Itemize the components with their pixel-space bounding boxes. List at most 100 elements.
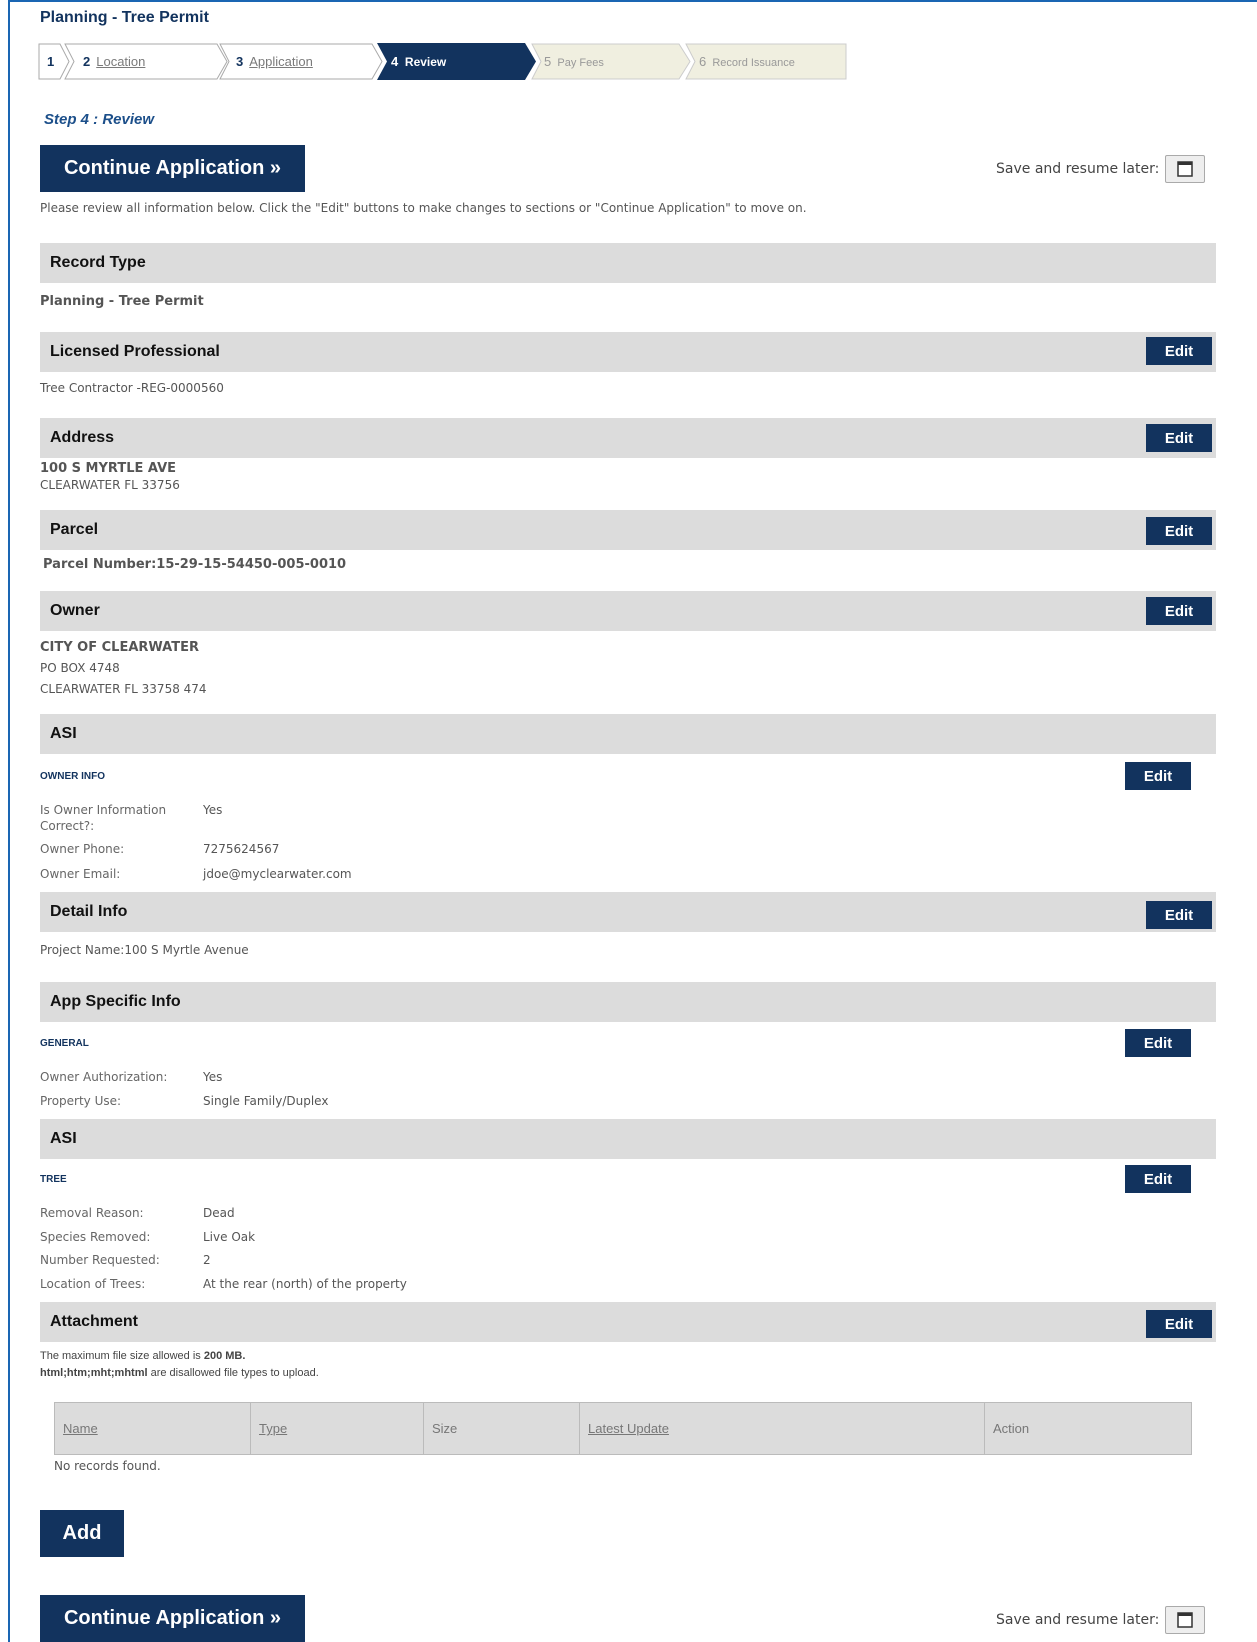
edit-licensed-professional-button[interactable]: Edit: [1146, 337, 1212, 365]
attachment-disallowed-suffix: are disallowed file types to upload.: [147, 1367, 319, 1379]
asi-owner-value-email: jdoe@myclearwater.com: [203, 867, 352, 881]
address-line2: CLEARWATER FL 33756: [40, 478, 180, 492]
save-later-button-bottom[interactable]: [1165, 1606, 1206, 1634]
owner-address-line2: PO BOX 4748: [40, 661, 120, 675]
app-specific-subhead: GENERAL: [40, 1038, 89, 1049]
detail-info-project-name: Project Name:100 S Myrtle Avenue: [40, 943, 249, 957]
page-title: Planning - Tree Permit: [40, 9, 209, 26]
section-title-app-specific-info: App Specific Info: [50, 993, 181, 1010]
section-title-asi-tree: ASI: [50, 1130, 77, 1147]
section-asi-owner: ASI: [40, 714, 1216, 754]
asi-tree-label-reason: Removal Reason:: [40, 1206, 144, 1220]
save-resume-later-top: Save and resume later:: [996, 154, 1206, 184]
step-2-location[interactable]: 2 Location: [64, 43, 228, 80]
licensed-professional-value: Tree Contractor -REG-0000560: [40, 381, 224, 395]
asi-owner-label-correct: Is Owner Information: [40, 803, 167, 817]
save-resume-later-bottom: Save and resume later:: [996, 1605, 1206, 1635]
asi-tree-label-number: Number Requested:: [40, 1253, 160, 1267]
column-header-size: Size: [424, 1403, 580, 1454]
edit-asi-owner-button[interactable]: Edit: [1125, 762, 1191, 790]
owner-name: CITY OF CLEARWATER: [40, 640, 199, 655]
section-record-type: Record Type: [40, 243, 1216, 283]
parcel-number: Parcel Number:15-29-15-54450-005-0010: [43, 557, 347, 572]
save-icon: [1177, 1612, 1194, 1628]
record-type-value: Planning - Tree Permit: [40, 294, 204, 309]
step-indicator: 1 2 Location 3 Application 4 Review 5 Pay …: [38, 43, 878, 80]
edit-address-button[interactable]: Edit: [1146, 424, 1212, 452]
column-header-name[interactable]: Name: [55, 1403, 251, 1454]
edit-asi-tree-button[interactable]: Edit: [1125, 1165, 1191, 1193]
attachment-max-size-value: 200 MB.: [203, 1350, 246, 1362]
save-icon: [1177, 161, 1194, 177]
asi-tree-value-species: Live Oak: [203, 1230, 256, 1244]
section-attachment: Attachment: [40, 1302, 1216, 1342]
step-6-label: Record Issuance: [712, 57, 795, 69]
step-5-pay-fees: 5 Pay Fees: [531, 43, 691, 80]
column-header-type[interactable]: Type: [251, 1403, 424, 1454]
section-title-parcel: Parcel: [50, 521, 99, 538]
address-line1: 100 S MYRTLE AVE: [40, 461, 177, 476]
asi-owner-value-correct: Yes: [203, 803, 223, 817]
section-title-attachment: Attachment: [50, 1313, 139, 1330]
section-title-address: Address: [50, 429, 115, 446]
asi-tree-value-location: At the rear (north) of the property: [203, 1277, 407, 1291]
step-6-record-issuance: 6 Record Issuance: [685, 43, 847, 80]
section-parcel: Parcel: [40, 510, 1216, 550]
asi-owner-label-email: Owner Email:: [40, 867, 121, 881]
asi-owner-label-correct-2: Correct?:: [40, 819, 95, 833]
step-5-number: 5: [544, 54, 552, 69]
attachment-disallowed-list: html;htm;mht;mhtml: [40, 1367, 148, 1379]
edit-owner-button[interactable]: Edit: [1146, 597, 1212, 625]
attachment-max-size-prefix: The maximum file size allowed is: [40, 1350, 204, 1362]
attachment-disallowed-types: html;htm;mht;mhtml are disallowed file t…: [40, 1367, 319, 1379]
section-address: Address: [40, 418, 1216, 458]
section-title-owner: Owner: [50, 602, 100, 619]
app-specific-value-property-use: Single Family/Duplex: [203, 1094, 329, 1108]
section-title-asi-owner: ASI: [50, 725, 77, 742]
step-1-number: 1: [47, 54, 55, 69]
asi-owner-label-phone: Owner Phone:: [40, 842, 125, 856]
edit-parcel-button[interactable]: Edit: [1146, 517, 1212, 545]
step-3-application[interactable]: 3 Application: [219, 43, 383, 80]
review-instructions: Please review all information below. Cli…: [40, 201, 807, 215]
step-4-review: 4 Review: [377, 43, 537, 80]
asi-tree-value-reason: Dead: [203, 1206, 235, 1220]
asi-tree-subhead: TREE: [40, 1174, 67, 1185]
save-later-label-top: Save and resume later:: [996, 161, 1160, 177]
save-later-button-top[interactable]: [1165, 155, 1206, 183]
edit-detail-info-button[interactable]: Edit: [1146, 901, 1212, 929]
edit-attachment-button[interactable]: Edit: [1146, 1310, 1212, 1338]
asi-owner-subhead: OWNER INFO: [40, 771, 105, 782]
app-specific-value-authorization: Yes: [203, 1070, 223, 1084]
section-detail-info: Detail Info: [40, 892, 1216, 932]
step-2-link[interactable]: Location: [96, 54, 145, 69]
asi-tree-label-species: Species Removed:: [40, 1230, 151, 1244]
continue-application-button-top[interactable]: Continue Application »: [40, 145, 305, 192]
add-attachment-button[interactable]: Add: [40, 1510, 124, 1557]
column-header-latest-update[interactable]: Latest Update: [580, 1403, 985, 1454]
step-6-number: 6: [699, 54, 707, 69]
attachment-empty-message: No records found.: [54, 1459, 161, 1473]
step-3-link[interactable]: Application: [249, 54, 313, 69]
edit-app-specific-button[interactable]: Edit: [1125, 1029, 1191, 1057]
section-title-detail-info: Detail Info: [50, 903, 128, 920]
app-specific-label-authorization: Owner Authorization:: [40, 1070, 168, 1084]
continue-application-button-bottom[interactable]: Continue Application »: [40, 1595, 305, 1642]
asi-owner-value-phone: 7275624567: [203, 842, 280, 856]
app-specific-label-property-use: Property Use:: [40, 1094, 122, 1108]
section-title-licensed-professional: Licensed Professional: [50, 343, 220, 360]
step-2-number: 2: [83, 54, 91, 69]
section-app-specific-info: App Specific Info: [40, 982, 1216, 1022]
attachment-max-size: The maximum file size allowed is 200 MB.: [40, 1350, 245, 1362]
asi-tree-label-location: Location of Trees:: [40, 1277, 146, 1291]
section-asi-tree: ASI: [40, 1119, 1216, 1159]
step-title: Step 4 : Review: [44, 111, 155, 128]
step-4-label: Review: [404, 55, 447, 69]
section-licensed-professional: Licensed Professional: [40, 332, 1216, 372]
attachment-table-header: Name Type Size Latest Update Action: [54, 1402, 1192, 1455]
owner-address-line3: CLEARWATER FL 33758 474: [40, 682, 207, 696]
section-title-record-type: Record Type: [50, 254, 146, 271]
save-later-label-bottom: Save and resume later:: [996, 1612, 1160, 1628]
section-owner: Owner: [40, 591, 1216, 631]
step-3-number: 3: [236, 54, 244, 69]
